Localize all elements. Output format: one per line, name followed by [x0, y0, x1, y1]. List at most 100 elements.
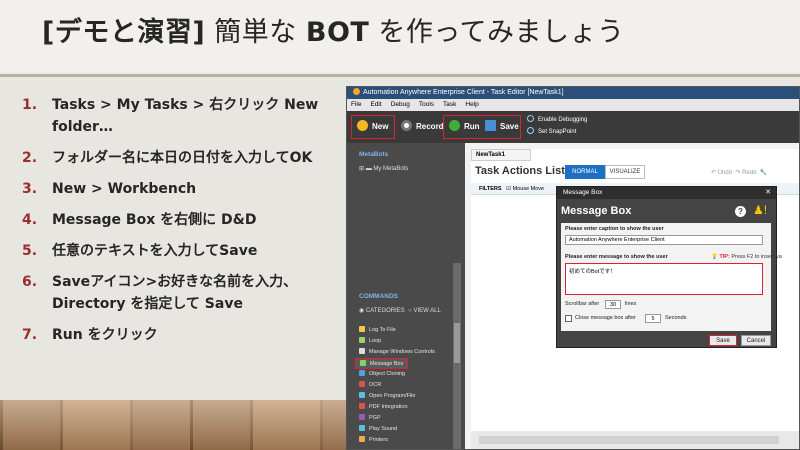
command-icon: [359, 403, 365, 409]
save-button[interactable]: Save: [485, 119, 519, 135]
undo-button[interactable]: ↶ Undo: [711, 170, 732, 176]
step-item: 6. Saveアイコン>お好きな名前を入力、Directory を指定して Sav…: [22, 271, 342, 315]
command-icon: [359, 348, 365, 354]
command-pdf-integration[interactable]: PDF Integration: [359, 402, 408, 413]
step-text: 任意のテキストを入力してSave: [52, 243, 258, 259]
command-ocr[interactable]: OCR: [359, 380, 381, 391]
seconds-label: Seconds: [665, 315, 687, 321]
caption-input[interactable]: Automation Anywhere Enterprise Client: [565, 235, 763, 245]
view-all-radio[interactable]: ○ VIEW ALL: [408, 308, 441, 314]
dialog-save-button[interactable]: Save: [709, 335, 737, 346]
step-item: 7. Run をクリック: [22, 324, 342, 346]
record-icon: [401, 120, 412, 131]
step-text: Message Box を右側に D&D: [52, 212, 257, 228]
step-item: 1. Tasks > My Tasks > 右クリック New folder…: [22, 94, 342, 138]
my-metabots-item[interactable]: ⊞ ▬ My MetaBots: [359, 165, 408, 172]
run-label: Run: [464, 122, 480, 131]
categories-radio[interactable]: ◉ CATEGORIES: [359, 308, 405, 314]
wrench-icon[interactable]: 🔧: [760, 170, 767, 176]
commands-heading: COMMANDS: [359, 293, 398, 300]
close-icon[interactable]: ✕: [765, 187, 771, 199]
record-button[interactable]: Record: [401, 119, 444, 135]
lines-label: lines: [625, 301, 637, 307]
tab-newtask1[interactable]: NewTask1: [471, 149, 531, 161]
command-open-program[interactable]: Open Program/File: [359, 391, 415, 402]
title-bracket: [デモと演習]: [42, 17, 206, 48]
new-icon: [357, 120, 368, 131]
horizontal-scrollbar[interactable]: [479, 436, 779, 444]
dialog-form: Please enter caption to show the user Au…: [561, 223, 782, 331]
command-object-cloning[interactable]: Object Cloning: [359, 369, 405, 380]
menubar: File Edit Debug Tools Task Help: [347, 99, 799, 111]
app-logo-icon: [353, 88, 360, 95]
scrollbar-after-label: Scrollbar after: [565, 301, 600, 307]
debug-options: Enable Debugging Set SnapPoint: [527, 114, 587, 138]
title-bold: BOT: [305, 17, 370, 48]
dialog-heading: Message Box: [561, 205, 632, 217]
view-visualize-button[interactable]: VISUALIZE: [605, 165, 645, 179]
menu-debug[interactable]: Debug: [391, 101, 410, 108]
step-item: 5. 任意のテキストを入力してSave: [22, 240, 342, 262]
step-number: 7.: [22, 327, 38, 343]
new-button[interactable]: New: [357, 119, 388, 135]
toolbar: New Record Run Save Enable Debugging Set…: [347, 111, 799, 143]
command-printers[interactable]: Printers: [359, 435, 388, 446]
slide-title: [デモと演習] 簡単な BOT を作ってみましょう: [42, 10, 625, 49]
message-box-dialog: Message Box ✕ Message Box ? ♟! Please en…: [556, 186, 782, 348]
title-end: を作ってみましょう: [369, 17, 625, 48]
command-icon: [359, 425, 365, 431]
record-label: Record: [416, 122, 444, 131]
user-warning-icon: ♟!: [753, 203, 768, 217]
step-number: 2.: [22, 150, 38, 166]
menu-tools[interactable]: Tools: [419, 101, 434, 108]
command-icon: [359, 414, 365, 420]
step-number: 1.: [22, 97, 38, 113]
dialog-cancel-button[interactable]: Cancel: [741, 335, 771, 346]
step-item: 2. フォルダー名に本日の日付を入力してOK: [22, 147, 342, 169]
command-log-to-file[interactable]: Log To File: [359, 325, 396, 336]
message-textarea[interactable]: 初めてのBotです！: [565, 263, 763, 295]
close-after-label: Close message box after: [575, 315, 636, 321]
step-number: 5.: [22, 243, 38, 259]
enable-debugging-option[interactable]: Enable Debugging: [527, 114, 587, 126]
dialog-titlebar: Message Box: [557, 187, 776, 199]
metabots-heading: MetaBots: [359, 151, 389, 158]
save-label: Save: [500, 122, 519, 131]
menu-file[interactable]: File: [351, 101, 361, 108]
step-number: 3.: [22, 181, 38, 197]
command-play-sound[interactable]: Play Sound: [359, 424, 397, 435]
close-after-checkbox[interactable]: [565, 315, 572, 322]
command-icon: [359, 436, 365, 442]
step-number: 6.: [22, 274, 38, 290]
menu-edit[interactable]: Edit: [370, 101, 381, 108]
app-window-title: Automation Anywhere Enterprise Client - …: [363, 89, 564, 96]
step-list: 1. Tasks > My Tasks > 右クリック New folder… 2…: [22, 94, 342, 355]
command-pgp[interactable]: PGP: [359, 413, 381, 424]
menu-help[interactable]: Help: [465, 101, 478, 108]
debug-radio-icon: [527, 115, 534, 122]
step-item: 3. New > Workbench: [22, 178, 342, 200]
lightbulb-icon: 💡: [711, 254, 718, 260]
menu-task[interactable]: Task: [443, 101, 456, 108]
tip: 💡 TIP: Press F2 to insert va: [711, 254, 782, 260]
scrollbar-lines-input[interactable]: 30: [605, 300, 621, 309]
view-normal-button[interactable]: NORMAL: [565, 165, 605, 179]
message-box-icon: [360, 360, 366, 366]
run-button[interactable]: Run: [449, 119, 480, 135]
command-message-box[interactable]: Message Box: [355, 358, 409, 369]
commands-scrollbar[interactable]: [453, 263, 461, 449]
snappoint-icon: [527, 127, 534, 134]
set-snappoint-option[interactable]: Set SnapPoint: [527, 126, 587, 138]
step-text: Tasks > My Tasks > 右クリック New folder…: [52, 97, 319, 135]
redo-button[interactable]: ↷ Redo: [735, 170, 756, 176]
close-seconds-input[interactable]: 5: [645, 314, 661, 323]
command-icon: [359, 370, 365, 376]
help-icon[interactable]: ?: [735, 206, 746, 217]
step-number: 4.: [22, 212, 38, 228]
undo-redo: ↶ Undo ↷ Redo 🔧: [711, 169, 767, 176]
command-manage-windows[interactable]: Manage Windows Controls: [359, 347, 435, 358]
filter-mouse-checkbox[interactable]: ☑ Mouse Move: [506, 186, 544, 192]
task-actions-heading: Task Actions List: [475, 165, 565, 177]
command-loop[interactable]: Loop: [359, 336, 381, 347]
command-icon: [359, 381, 365, 387]
